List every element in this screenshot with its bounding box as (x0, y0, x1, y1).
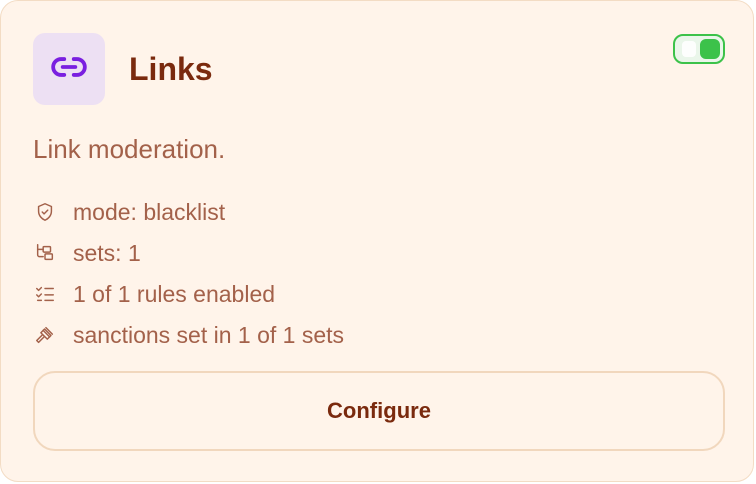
stat-label: sanctions set in 1 of 1 sets (73, 321, 345, 348)
module-title: Links (129, 51, 213, 87)
gavel-icon (33, 323, 57, 347)
module-icon-tile (33, 33, 105, 105)
module-stats-list: mode: blacklist sets: 1 1 of 1 rules ena… (33, 191, 344, 355)
folder-tree-icon (33, 241, 57, 265)
toggle-knob (700, 39, 720, 59)
stat-mode: mode: blacklist (33, 191, 344, 232)
stat-label: mode: blacklist (73, 198, 226, 225)
module-description: Link moderation. (33, 134, 226, 164)
link-icon (50, 48, 88, 91)
links-module-card: Links Link moderation. mode: blacklist s… (0, 0, 754, 482)
stat-rules: 1 of 1 rules enabled (33, 273, 344, 314)
list-checks-icon (33, 282, 57, 306)
configure-button[interactable]: Configure (33, 371, 725, 451)
toggle-track-highlight (682, 41, 696, 57)
stat-label: sets: 1 (73, 239, 141, 266)
shield-check-icon (33, 200, 57, 224)
module-enabled-toggle[interactable] (673, 34, 725, 64)
stat-label: 1 of 1 rules enabled (73, 280, 276, 307)
stat-sanctions: sanctions set in 1 of 1 sets (33, 314, 344, 355)
stat-sets: sets: 1 (33, 232, 344, 273)
